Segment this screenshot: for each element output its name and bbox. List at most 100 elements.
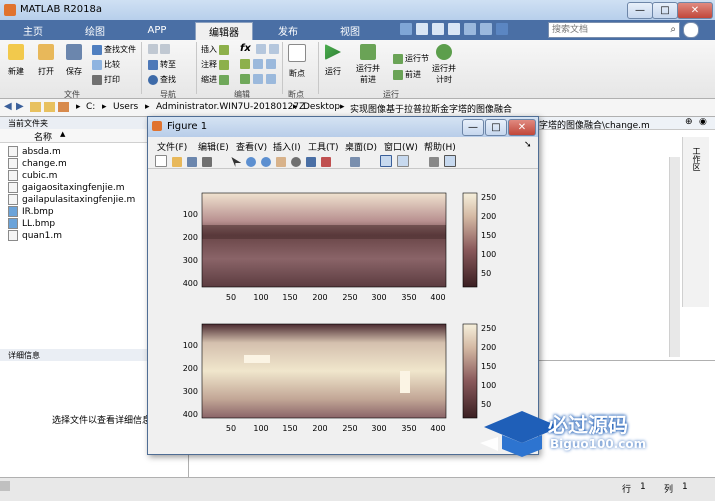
zoom-in-icon[interactable] — [246, 157, 257, 167]
search-icon[interactable]: ⌕ — [670, 24, 676, 35]
paste-quick-icon[interactable] — [448, 23, 460, 35]
list-item[interactable]: change.m — [8, 158, 67, 169]
name-column-label[interactable]: 名称 — [34, 130, 52, 143]
search-box[interactable]: ⌕ — [548, 22, 680, 38]
maximize-button[interactable]: □ — [652, 2, 678, 19]
help-quick-icon[interactable] — [496, 23, 508, 35]
redo-quick-icon[interactable] — [480, 23, 492, 35]
fx-button[interactable]: fx — [240, 43, 251, 54]
search-input[interactable] — [549, 23, 663, 37]
open-button[interactable]: 打开 — [38, 44, 54, 77]
run-button[interactable]: 运行 — [325, 44, 341, 77]
save-figure-icon[interactable] — [186, 157, 197, 167]
pointer-icon[interactable] — [231, 157, 242, 167]
compare-button[interactable]: 比较 — [92, 59, 120, 70]
percent-icon[interactable] — [240, 59, 250, 69]
legend-toggle-icon[interactable] — [397, 155, 409, 167]
wrap-icon[interactable] — [253, 59, 263, 69]
print-figure-icon[interactable] — [201, 157, 212, 167]
top-image-treeline — [202, 225, 446, 239]
goto-label: 转至 — [160, 60, 176, 69]
figure-minimize-button[interactable]: — — [462, 119, 484, 136]
breadcrumb-project[interactable]: 实现图像基于拉普拉斯金字塔的图像融合 — [350, 102, 512, 115]
close-button[interactable]: ✕ — [677, 2, 713, 19]
save-button[interactable]: 保存 — [66, 44, 82, 77]
figure-close-button[interactable]: ✕ — [508, 119, 536, 136]
breadcrumb-desktop[interactable]: Desktop — [303, 102, 340, 112]
forward-icon[interactable]: ▶ — [16, 101, 24, 112]
link-plot-icon[interactable] — [350, 157, 361, 167]
figure-maximize-button[interactable]: □ — [485, 119, 507, 136]
workspace-side-label[interactable]: 工作区 — [691, 147, 702, 171]
find-files-button[interactable]: 查找文件 — [92, 44, 136, 55]
list-item[interactable]: LL.bmp — [8, 218, 55, 229]
list-item[interactable]: gailapulasitaxingfenjie.m — [8, 194, 135, 205]
colorbar-toggle-icon[interactable] — [380, 155, 393, 167]
copy-quick-icon[interactable] — [432, 23, 444, 35]
menu-dock-icon[interactable]: ➘ — [524, 140, 532, 150]
tab-editor[interactable]: 编辑器 — [195, 22, 253, 40]
folder-icon[interactable] — [30, 102, 41, 112]
minimize-button[interactable]: — — [627, 2, 653, 19]
print-label: 打印 — [104, 75, 120, 84]
folder-up-icon[interactable] — [44, 102, 55, 112]
tab-view[interactable]: 视图 — [325, 22, 375, 39]
editor-tab-title[interactable]: 字塔的图像融合\change.m — [539, 118, 650, 131]
run-section-button[interactable]: 运行节 — [393, 53, 429, 64]
nav-back-forward[interactable] — [148, 44, 170, 54]
rotate-3d-icon[interactable] — [290, 157, 301, 167]
editor-scrollbar[interactable] — [669, 157, 680, 357]
browse-folder-icon[interactable] — [58, 102, 69, 112]
undo-quick-icon[interactable] — [464, 23, 476, 35]
tab-menu-icon[interactable]: ⊕ — [685, 117, 693, 127]
zoom-out-icon[interactable] — [261, 157, 272, 167]
list-item[interactable]: quan1.m — [8, 230, 62, 241]
outdent-icon[interactable] — [266, 59, 276, 69]
breadcrumb-drive[interactable]: C: — [86, 102, 95, 112]
breadcrumb-users[interactable]: Users — [113, 102, 138, 112]
new-button[interactable]: 新建 — [8, 44, 24, 77]
col-label: 列 — [664, 485, 674, 495]
breakpoints-button[interactable]: 断点 — [288, 44, 306, 79]
print-button[interactable]: 打印 — [92, 74, 120, 85]
indent-button[interactable]: 缩进 — [201, 74, 229, 85]
tab-apps[interactable]: APP — [132, 22, 182, 39]
list-item[interactable]: IR.bmp — [8, 206, 54, 217]
tab-publish[interactable]: 发布 — [263, 22, 313, 39]
run-play-icon — [325, 44, 341, 60]
show-plot-tools-icon[interactable] — [443, 155, 456, 167]
breadcrumb-admin[interactable]: Administrator.WIN7U-20180127Z — [156, 102, 305, 112]
cut-quick-icon[interactable] — [416, 23, 428, 35]
find-button[interactable]: 查找 — [148, 74, 176, 85]
increase-indent-icon[interactable] — [253, 74, 263, 84]
hide-plot-tools-icon[interactable] — [428, 157, 439, 167]
data-cursor-icon[interactable] — [305, 157, 316, 167]
open-file-icon[interactable] — [171, 157, 182, 167]
save-quick-icon[interactable] — [400, 23, 412, 35]
list-item[interactable]: absda.m — [8, 146, 61, 157]
list-icon[interactable] — [256, 44, 266, 54]
insert-button[interactable]: 插入 — [201, 44, 229, 55]
run-label: 运行 — [325, 67, 341, 76]
compare-icon — [92, 59, 102, 70]
tab-dock-icon[interactable]: ◉ — [699, 117, 707, 127]
list-item[interactable]: gaigaositaxingfenjie.m — [8, 182, 125, 193]
dropdown-icon[interactable] — [269, 44, 279, 54]
comment-button[interactable]: 注释 — [201, 59, 229, 70]
advance-button[interactable]: 前进 — [393, 69, 421, 80]
pan-hand-icon[interactable] — [276, 157, 286, 167]
advance-icon — [393, 69, 403, 80]
goto-button[interactable]: 转至 — [148, 59, 176, 70]
figure-logo-icon — [152, 121, 162, 131]
decrease-indent-icon[interactable] — [266, 74, 276, 84]
back-icon[interactable]: ◀ — [4, 101, 12, 112]
notification-icon[interactable] — [683, 22, 699, 38]
brush-icon[interactable] — [320, 157, 331, 167]
tab-home[interactable]: 主页 — [10, 22, 56, 39]
run-and-advance-button[interactable]: 运行并 前进 — [356, 44, 380, 85]
tab-plots[interactable]: 绘图 — [70, 22, 120, 39]
list-item[interactable]: cubic.m — [8, 170, 57, 181]
new-figure-icon[interactable] — [155, 155, 167, 167]
smart-indent-icon[interactable] — [240, 74, 250, 84]
run-and-time-button[interactable]: 运行并 计时 — [432, 44, 456, 85]
